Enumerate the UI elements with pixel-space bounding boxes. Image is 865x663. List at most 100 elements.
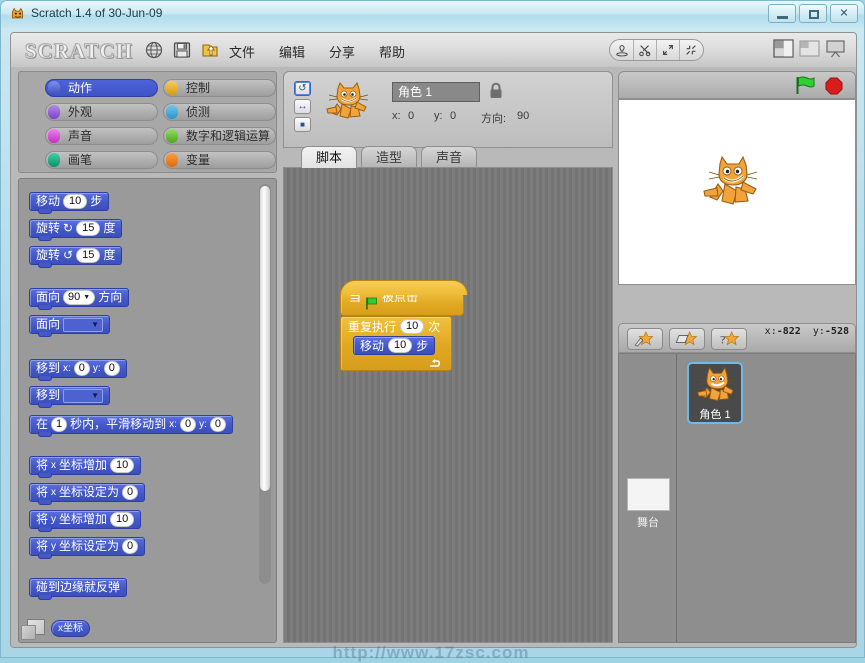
category-label: 变量 bbox=[186, 153, 210, 167]
small-stage-view-icon[interactable] bbox=[773, 39, 794, 58]
block-dropdown-target[interactable]: ▼ bbox=[63, 318, 103, 332]
category-pen[interactable]: 画笔 bbox=[45, 151, 158, 169]
category-color-swatch bbox=[166, 129, 178, 143]
block-input-steps[interactable]: 10 bbox=[388, 338, 412, 353]
block-input-y[interactable]: 0 bbox=[104, 361, 120, 376]
rotate-freely-button[interactable]: ↺ bbox=[294, 81, 311, 96]
green-flag-button[interactable] bbox=[795, 76, 815, 95]
block-dropdown-target[interactable]: ▼ bbox=[63, 389, 103, 403]
block-input-x[interactable]: 0 bbox=[74, 361, 90, 376]
sprite-toolbar: ? x:-822 y:-528 bbox=[618, 323, 856, 353]
block-palette[interactable]: 移动 10 步 旋转 ↻ 15 度 旋转 ↺ 15 度 面向 90 ▼ bbox=[18, 178, 277, 643]
palette-block-turn-left[interactable]: 旋转 ↺ 15 度 bbox=[29, 246, 122, 265]
stage[interactable] bbox=[618, 99, 856, 285]
script-block-move-steps[interactable]: 移动 10 步 bbox=[353, 336, 435, 355]
palette-block-move-steps[interactable]: 移动 10 步 bbox=[29, 192, 109, 211]
block-text: 移动 bbox=[360, 337, 384, 354]
category-sensing[interactable]: 侦测 bbox=[163, 103, 276, 121]
scissors-tool-icon[interactable] bbox=[633, 40, 656, 60]
menu-edit[interactable]: 编辑 bbox=[279, 42, 305, 61]
block-input-degrees[interactable]: 15 bbox=[76, 248, 100, 263]
lock-icon[interactable] bbox=[489, 82, 503, 99]
category-operators[interactable]: 数字和逻辑运算 bbox=[163, 127, 276, 145]
palette-block-change-x-by[interactable]: 将 x 坐标增加 10 bbox=[29, 456, 141, 475]
tab-scripts[interactable]: 脚本 bbox=[301, 146, 357, 168]
block-text: 当 bbox=[349, 282, 361, 312]
category-motion[interactable]: 动作 bbox=[45, 79, 158, 97]
block-input-amount[interactable]: 10 bbox=[110, 512, 134, 527]
minimize-button[interactable] bbox=[768, 4, 796, 23]
sprite-list-item[interactable]: 角色 1 bbox=[687, 362, 743, 424]
scripts-canvas[interactable]: 当 被点击 重复执行 10 次 bbox=[283, 167, 613, 643]
new-sprite-paint-button[interactable] bbox=[627, 328, 663, 350]
random-sprite-button[interactable]: ? bbox=[711, 328, 747, 350]
green-flag-icon bbox=[365, 297, 378, 310]
sprite-list-pane[interactable]: 舞台 bbox=[618, 353, 856, 643]
presentation-view-icon[interactable] bbox=[825, 39, 846, 58]
tab-sounds[interactable]: 声音 bbox=[421, 146, 477, 168]
stage-sprite-cat[interactable] bbox=[698, 155, 764, 213]
palette-block-set-x-to[interactable]: 将 x 坐标设定为 0 bbox=[29, 483, 145, 502]
block-input-amount[interactable]: 10 bbox=[110, 458, 134, 473]
palette-resize-handle[interactable] bbox=[21, 625, 36, 640]
palette-block-go-to-sprite[interactable]: 移到 ▼ bbox=[29, 386, 110, 405]
open-project-icon[interactable] bbox=[201, 41, 219, 59]
block-input-value[interactable]: 0 bbox=[122, 539, 138, 554]
block-input-y[interactable]: 0 bbox=[210, 417, 226, 432]
dropdown-value: 90 bbox=[68, 291, 80, 304]
category-color-swatch bbox=[48, 153, 60, 167]
block-input-secs[interactable]: 1 bbox=[51, 417, 67, 432]
stamp-tool-icon[interactable] bbox=[610, 40, 633, 60]
block-input-x[interactable]: 0 bbox=[180, 417, 196, 432]
normal-stage-view-icon[interactable] bbox=[799, 39, 820, 58]
palette-scrollbar-thumb[interactable] bbox=[260, 186, 270, 491]
block-text: 方向 bbox=[98, 289, 122, 306]
palette-block-turn-right[interactable]: 旋转 ↻ 15 度 bbox=[29, 219, 122, 238]
block-text: 度 bbox=[103, 220, 115, 237]
block-input-steps[interactable]: 10 bbox=[63, 194, 87, 209]
sprite-name-input[interactable]: 角色 1 bbox=[392, 82, 480, 102]
category-looks[interactable]: 外观 bbox=[45, 103, 158, 121]
palette-block-set-y-to[interactable]: 将 y 坐标设定为 0 bbox=[29, 537, 145, 556]
category-color-swatch bbox=[166, 81, 178, 95]
stage-selector-column[interactable]: 舞台 bbox=[619, 354, 677, 642]
stop-button[interactable] bbox=[825, 77, 843, 95]
close-button[interactable]: ✕ bbox=[830, 4, 858, 23]
shrink-tool-icon[interactable] bbox=[679, 40, 702, 60]
category-control[interactable]: 控制 bbox=[163, 79, 276, 97]
palette-block-glide[interactable]: 在 1 秒内，平滑移动到 x: 0 y: 0 bbox=[29, 415, 233, 434]
grow-tool-icon[interactable] bbox=[656, 40, 679, 60]
palette-block-if-on-edge-bounce[interactable]: 碰到边缘就反弹 bbox=[29, 578, 127, 597]
scratch-logo: SCRATCH bbox=[25, 39, 133, 64]
palette-block-point-towards[interactable]: 面向 ▼ bbox=[29, 315, 110, 334]
block-text: 被点击 bbox=[382, 282, 418, 312]
category-variables[interactable]: 变量 bbox=[163, 151, 276, 169]
category-color-swatch bbox=[48, 129, 60, 143]
script-block-when-flag-clicked[interactable]: 当 被点击 bbox=[340, 290, 464, 316]
block-dropdown-direction[interactable]: 90 ▼ bbox=[63, 290, 95, 305]
stage-thumbnail[interactable] bbox=[627, 478, 670, 511]
block-text: 坐标增加 bbox=[59, 511, 107, 528]
maximize-button[interactable] bbox=[799, 4, 827, 23]
globe-icon[interactable] bbox=[145, 41, 163, 59]
block-input-repeat-count[interactable]: 10 bbox=[400, 319, 424, 334]
palette-block-change-y-by[interactable]: 将 y 坐标增加 10 bbox=[29, 510, 141, 529]
category-sound[interactable]: 声音 bbox=[45, 127, 158, 145]
palette-block-point-in-direction[interactable]: 面向 90 ▼ 方向 bbox=[29, 288, 129, 307]
palette-scrollbar[interactable] bbox=[259, 184, 271, 584]
new-sprite-from-file-button[interactable] bbox=[669, 328, 705, 350]
block-input-degrees[interactable]: 15 bbox=[76, 221, 100, 236]
block-input-value[interactable]: 0 bbox=[122, 485, 138, 500]
no-rotate-button[interactable]: ■ bbox=[294, 117, 311, 132]
save-icon[interactable] bbox=[173, 41, 191, 59]
block-text: 碰到边缘就反弹 bbox=[36, 579, 120, 596]
left-right-flip-button[interactable]: ↔ bbox=[294, 99, 311, 114]
palette-block-go-to-xy[interactable]: 移到 x: 0 y: 0 bbox=[29, 359, 127, 378]
tab-costumes[interactable]: 造型 bbox=[361, 146, 417, 168]
menu-help[interactable]: 帮助 bbox=[379, 42, 405, 61]
mouse-y-label: y: bbox=[813, 326, 825, 337]
menu-share[interactable]: 分享 bbox=[329, 42, 355, 61]
menu-file[interactable]: 文件 bbox=[229, 42, 255, 61]
palette-reporter-x-position[interactable]: x坐标 bbox=[51, 620, 90, 637]
reporter-label: x坐标 bbox=[58, 620, 83, 637]
